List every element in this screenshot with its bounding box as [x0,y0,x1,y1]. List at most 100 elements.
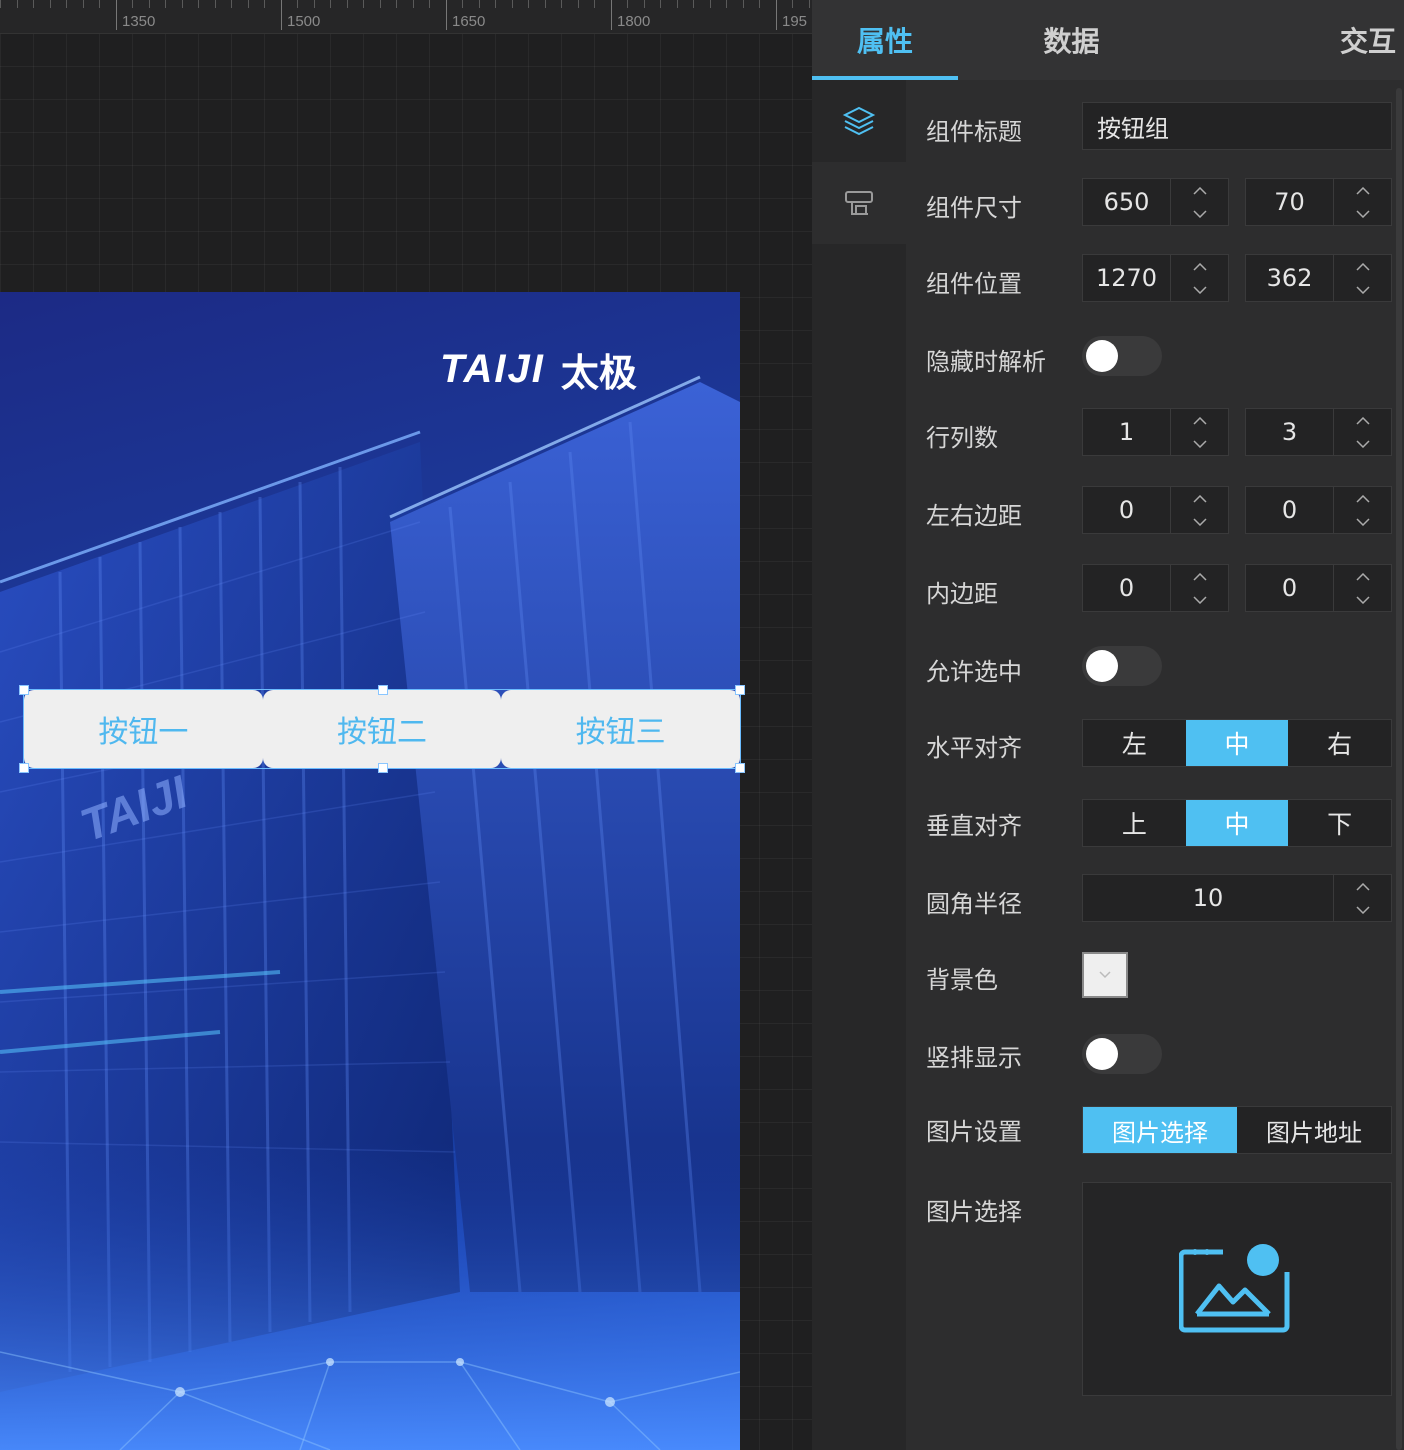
button-group-component[interactable]: 按钮一 按钮二 按钮三 [24,690,741,768]
radius-value[interactable]: 10 [1083,875,1333,921]
chevron-up-icon[interactable] [1334,409,1391,432]
vertical-toggle[interactable] [1082,1034,1162,1074]
chevron-up-icon[interactable] [1171,255,1228,278]
x-value[interactable]: 1270 [1083,255,1170,301]
chevron-up-icon[interactable] [1171,179,1228,202]
chevron-down-icon[interactable] [1171,202,1228,225]
margin-right-stepper[interactable]: 0 [1245,486,1392,534]
cols-stepper[interactable]: 3 [1245,408,1392,456]
height-value[interactable]: 70 [1246,179,1333,225]
width-value[interactable]: 650 [1083,179,1170,225]
hidden-parse-toggle[interactable] [1082,336,1162,376]
ruler-tick [17,0,18,8]
ruler-tick [248,0,249,8]
chevron-up-icon[interactable] [1334,565,1391,588]
chevron-up-icon[interactable] [1334,255,1391,278]
ruler-tick [743,0,744,8]
ruler-tick [561,0,562,8]
y-value[interactable]: 362 [1246,255,1333,301]
h-align-right[interactable]: 右 [1288,720,1391,766]
padding-b-value[interactable]: 0 [1246,565,1333,611]
layers-icon [842,106,876,136]
button-three[interactable]: 按钮三 [501,690,741,768]
chevron-up-icon[interactable] [1334,875,1391,898]
chevron-up-icon[interactable] [1171,565,1228,588]
h-align-center[interactable]: 中 [1185,720,1289,766]
properties-panel: 属性 数据 交互 组件标题 按钮组 组件尺寸 650 70 组件位置 1270 … [812,0,1404,1450]
chevron-down-icon[interactable] [1171,278,1228,301]
image-upload-area[interactable] [1082,1182,1392,1396]
horizontal-ruler: 1350 1500 1650 1800 195 [0,0,812,34]
ruler-tick [83,0,84,8]
title-input[interactable]: 按钮组 [1082,102,1392,150]
margin-right-value[interactable]: 0 [1246,487,1333,533]
v-align-top[interactable]: 上 [1083,800,1186,846]
tab-data[interactable]: 数据 [958,0,1185,80]
ruler-tick [792,0,793,8]
h-align-left[interactable]: 左 [1083,720,1186,766]
ruler-tick [231,0,232,8]
v-align-middle[interactable]: 中 [1185,800,1289,846]
image-select-option[interactable]: 图片选择 [1083,1107,1237,1153]
chevron-up-icon[interactable] [1334,487,1391,510]
chevron-up-icon[interactable] [1171,409,1228,432]
ruler-tick [413,0,414,8]
margin-left-value[interactable]: 0 [1083,487,1170,533]
padding-a-value[interactable]: 0 [1083,565,1170,611]
brand-logo: TAIJI 太极 [440,342,637,397]
ruler-tick [182,0,183,8]
chevron-down-icon[interactable] [1171,588,1228,611]
radius-stepper[interactable]: 10 [1082,874,1392,922]
ruler-label: 195 [782,13,808,30]
ruler-tick [149,0,150,8]
chevron-down-icon[interactable] [1334,432,1391,455]
tab-properties[interactable]: 属性 [812,0,958,80]
padding-label: 内边距 [926,580,998,608]
chevron-down-icon[interactable] [1334,202,1391,225]
padding-b-stepper[interactable]: 0 [1245,564,1392,612]
layers-button[interactable] [812,80,906,162]
ruler-tick [380,0,381,8]
y-stepper[interactable]: 362 [1245,254,1392,302]
padding-a-stepper[interactable]: 0 [1082,564,1229,612]
image-url-option[interactable]: 图片地址 [1237,1107,1391,1153]
ruler-tick [545,0,546,8]
chevron-up-icon[interactable] [1171,487,1228,510]
height-stepper[interactable]: 70 [1245,178,1392,226]
chevron-down-icon[interactable] [1171,432,1228,455]
ruler-tick [726,0,727,8]
chevron-down-icon[interactable] [1171,510,1228,533]
ruler-tick [677,0,678,8]
ruler-label: 1350 [122,13,156,30]
toggle-knob [1086,650,1118,682]
chevron-up-icon[interactable] [1334,179,1391,202]
margin-left-stepper[interactable]: 0 [1082,486,1229,534]
button-one[interactable]: 按钮一 [24,690,263,768]
chevron-down-icon[interactable] [1334,898,1391,921]
brand-logo-cn: 太极 [560,351,637,395]
ruler-tick [330,0,331,8]
chevron-down-icon[interactable] [1334,510,1391,533]
rows-value[interactable]: 1 [1083,409,1170,455]
bg-color-swatch[interactable] [1082,952,1128,998]
margin-label: 左右边距 [926,502,1022,530]
button-two[interactable]: 按钮二 [262,690,502,768]
title-label: 组件标题 [926,118,1022,146]
width-stepper[interactable]: 650 [1082,178,1229,226]
image-setting-segmented: 图片选择 图片地址 [1082,1106,1392,1154]
h-align-segmented: 左 中 右 [1082,719,1392,767]
design-canvas[interactable]: 1350 1500 1650 1800 195 TAIJI TAIJI 太极 按… [0,0,812,1450]
chevron-down-icon[interactable] [1334,588,1391,611]
allow-select-toggle[interactable] [1082,646,1162,686]
v-align-bottom[interactable]: 下 [1288,800,1391,846]
hidden-parse-label: 隐藏时解析 [926,348,1046,376]
panel-scrollbar[interactable] [1396,88,1402,1450]
grid-label: 行列数 [926,424,998,452]
chevron-down-icon[interactable] [1334,278,1391,301]
component-button[interactable] [812,162,906,244]
x-stepper[interactable]: 1270 [1082,254,1229,302]
tab-interaction[interactable]: 交互 [1185,0,1404,80]
cols-value[interactable]: 3 [1246,409,1333,455]
allow-select-label: 允许选中 [926,658,1022,686]
rows-stepper[interactable]: 1 [1082,408,1229,456]
